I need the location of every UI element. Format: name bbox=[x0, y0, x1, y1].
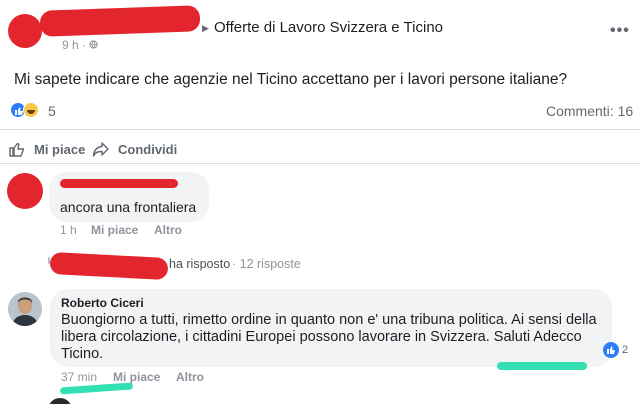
commenter-name-redacted[interactable] bbox=[60, 179, 178, 188]
replier-name-redacted[interactable] bbox=[49, 251, 169, 281]
comment-text: ancora una frontaliera bbox=[60, 199, 197, 215]
comment-reply-link[interactable]: Altro bbox=[154, 223, 182, 237]
divider bbox=[0, 129, 640, 130]
comment-like-link[interactable]: Mi piace bbox=[113, 370, 160, 384]
comment-text: Buongiorno a tutti, rimetto ordine in qu… bbox=[61, 312, 597, 362]
replied-label[interactable]: ha risposto bbox=[169, 257, 230, 271]
more-options-icon[interactable]: ••• bbox=[610, 22, 630, 40]
like-button[interactable]: Mi piace bbox=[8, 140, 85, 158]
highlight-mark bbox=[497, 362, 587, 370]
haha-reaction-icon bbox=[23, 102, 39, 118]
arrow-right-icon: ▶ bbox=[202, 23, 209, 33]
comments-count[interactable]: Commenti: 16 bbox=[546, 103, 633, 119]
globe-icon bbox=[89, 40, 98, 49]
share-arrow-icon bbox=[92, 142, 109, 157]
share-button-label: Condividi bbox=[118, 141, 178, 157]
thumbs-up-icon bbox=[9, 142, 25, 157]
comment-reactions[interactable]: 2 bbox=[603, 342, 628, 358]
author-avatar-redacted[interactable] bbox=[8, 14, 42, 48]
post-text: Mi sapete indicare che agenzie nel Ticin… bbox=[14, 71, 568, 88]
comment-reaction-count: 2 bbox=[622, 344, 629, 356]
group-name-link[interactable]: Offerte di Lavoro Svizzera e Ticino bbox=[214, 19, 443, 36]
post-time[interactable]: 9 h · bbox=[62, 38, 98, 52]
like-reaction-icon bbox=[603, 342, 619, 358]
comment-like-link[interactable]: Mi piace bbox=[91, 223, 138, 237]
comment-time[interactable]: 37 min bbox=[61, 370, 97, 384]
share-button[interactable]: Condividi bbox=[92, 140, 177, 158]
reaction-count[interactable]: 5 bbox=[48, 103, 56, 119]
commenter-avatar-redacted[interactable] bbox=[7, 173, 43, 209]
avatar[interactable] bbox=[8, 292, 42, 326]
replies-count[interactable]: · 12 risposte bbox=[232, 257, 301, 271]
author-name-redacted[interactable] bbox=[39, 5, 201, 37]
avatar[interactable] bbox=[48, 398, 72, 404]
like-button-label: Mi piace bbox=[34, 141, 86, 157]
commenter-name[interactable]: Roberto Ciceri bbox=[61, 296, 144, 310]
comment-time[interactable]: 1 h bbox=[60, 223, 77, 237]
divider bbox=[0, 163, 640, 164]
comment-reply-link[interactable]: Altro bbox=[176, 370, 204, 384]
highlight-mark bbox=[59, 382, 134, 395]
